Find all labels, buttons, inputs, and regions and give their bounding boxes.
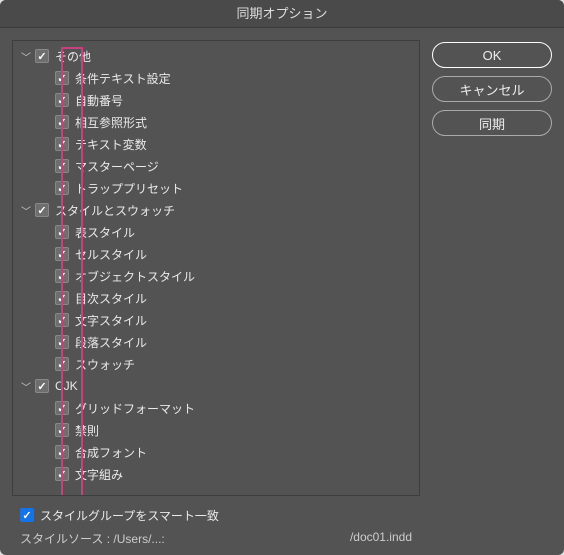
below-tree: スタイルグループをスマート一致 スタイルソース : /Users/...: /d… — [12, 504, 420, 547]
checkbox[interactable] — [55, 269, 69, 283]
smart-match-row[interactable]: スタイルグループをスマート一致 — [12, 504, 420, 526]
checkbox[interactable] — [55, 115, 69, 129]
checkbox[interactable] — [55, 93, 69, 107]
item-label: トラッププリセット — [75, 180, 183, 197]
item-label: 条件テキスト設定 — [75, 70, 171, 87]
checkbox[interactable] — [55, 335, 69, 349]
tree-item[interactable]: 相互参照形式 — [13, 111, 419, 133]
checkbox[interactable] — [55, 137, 69, 151]
chevron-down-icon[interactable]: ﹀ — [19, 203, 33, 218]
tree-item[interactable]: トラッププリセット — [13, 177, 419, 199]
item-label: テキスト変数 — [75, 136, 147, 153]
checkbox[interactable] — [55, 313, 69, 327]
checkbox-other[interactable] — [35, 49, 49, 63]
checkbox[interactable] — [55, 225, 69, 239]
tree-item[interactable]: スウォッチ — [13, 353, 419, 375]
chevron-down-icon[interactable]: ﹀ — [19, 379, 33, 394]
item-label: 合成フォント — [75, 444, 147, 461]
tree-item[interactable]: オブジェクトスタイル — [13, 265, 419, 287]
checkbox[interactable] — [55, 71, 69, 85]
left-column: ﹀ その他 条件テキスト設定 自動番号 相互参照形式 テキスト変数 マスターペー… — [12, 40, 420, 547]
item-label: スウォッチ — [75, 356, 135, 373]
button-column: OK キャンセル 同期 — [432, 40, 552, 547]
item-label: 文字スタイル — [75, 312, 147, 329]
style-source-row: スタイルソース : /Users/...: /doc01.indd — [12, 530, 420, 547]
item-label: オブジェクトスタイル — [75, 268, 195, 285]
checkbox[interactable] — [55, 445, 69, 459]
tree-item[interactable]: テキスト変数 — [13, 133, 419, 155]
item-label: 目次スタイル — [75, 290, 147, 307]
item-label: 表スタイル — [75, 224, 135, 241]
sync-button[interactable]: 同期 — [432, 110, 552, 136]
checkbox[interactable] — [55, 291, 69, 305]
tree-item[interactable]: 段落スタイル — [13, 331, 419, 353]
checkbox[interactable] — [55, 247, 69, 261]
cancel-button[interactable]: キャンセル — [432, 76, 552, 102]
item-label: マスターページ — [75, 158, 159, 175]
dialog-title: 同期オプション — [0, 0, 564, 28]
source-path: /Users/...: — [113, 532, 164, 546]
chevron-down-icon[interactable]: ﹀ — [19, 49, 33, 64]
tree-group-styles[interactable]: ﹀ スタイルとスウォッチ — [13, 199, 419, 221]
dialog-window: 同期オプション ﹀ その他 条件テキスト設定 自動番号 相互参照形式 テキスト変… — [0, 0, 564, 555]
checkbox[interactable] — [55, 357, 69, 371]
source-file: /doc01.indd — [350, 530, 412, 547]
item-label: 禁則 — [75, 422, 99, 439]
tree-group-other[interactable]: ﹀ その他 — [13, 45, 419, 67]
item-label: 相互参照形式 — [75, 114, 147, 131]
tree-item[interactable]: 自動番号 — [13, 89, 419, 111]
checkbox-styles[interactable] — [35, 203, 49, 217]
group-label: スタイルとスウォッチ — [55, 202, 175, 219]
source-label: スタイルソース : — [20, 532, 110, 546]
group-label: CJK — [55, 379, 78, 393]
checkbox[interactable] — [55, 423, 69, 437]
tree-item[interactable]: マスターページ — [13, 155, 419, 177]
item-label: 段落スタイル — [75, 334, 147, 351]
item-label: 文字組み — [75, 466, 123, 483]
item-label: セルスタイル — [75, 246, 147, 263]
style-source-text: スタイルソース : /Users/...: — [20, 530, 165, 547]
tree-item[interactable]: 文字組み — [13, 463, 419, 485]
tree-group-cjk[interactable]: ﹀ CJK — [13, 375, 419, 397]
tree-item[interactable]: 合成フォント — [13, 441, 419, 463]
tree-item[interactable]: グリッドフォーマット — [13, 397, 419, 419]
checkbox-smart-match[interactable] — [20, 508, 34, 522]
tree-item[interactable]: 禁則 — [13, 419, 419, 441]
item-label: 自動番号 — [75, 92, 123, 109]
checkbox[interactable] — [55, 401, 69, 415]
ok-button[interactable]: OK — [432, 42, 552, 68]
tree-item[interactable]: 目次スタイル — [13, 287, 419, 309]
tree-item[interactable]: 表スタイル — [13, 221, 419, 243]
item-label: グリッドフォーマット — [75, 400, 195, 417]
options-tree[interactable]: ﹀ その他 条件テキスト設定 自動番号 相互参照形式 テキスト変数 マスターペー… — [13, 41, 419, 495]
checkbox[interactable] — [55, 181, 69, 195]
tree-container: ﹀ その他 条件テキスト設定 自動番号 相互参照形式 テキスト変数 マスターペー… — [12, 40, 420, 496]
smart-match-label: スタイルグループをスマート一致 — [40, 507, 219, 524]
tree-item[interactable]: セルスタイル — [13, 243, 419, 265]
group-label: その他 — [55, 48, 91, 65]
checkbox-cjk[interactable] — [35, 379, 49, 393]
dialog-content: ﹀ その他 条件テキスト設定 自動番号 相互参照形式 テキスト変数 マスターペー… — [0, 28, 564, 555]
checkbox[interactable] — [55, 159, 69, 173]
tree-item[interactable]: 文字スタイル — [13, 309, 419, 331]
tree-item[interactable]: 条件テキスト設定 — [13, 67, 419, 89]
checkbox[interactable] — [55, 467, 69, 481]
